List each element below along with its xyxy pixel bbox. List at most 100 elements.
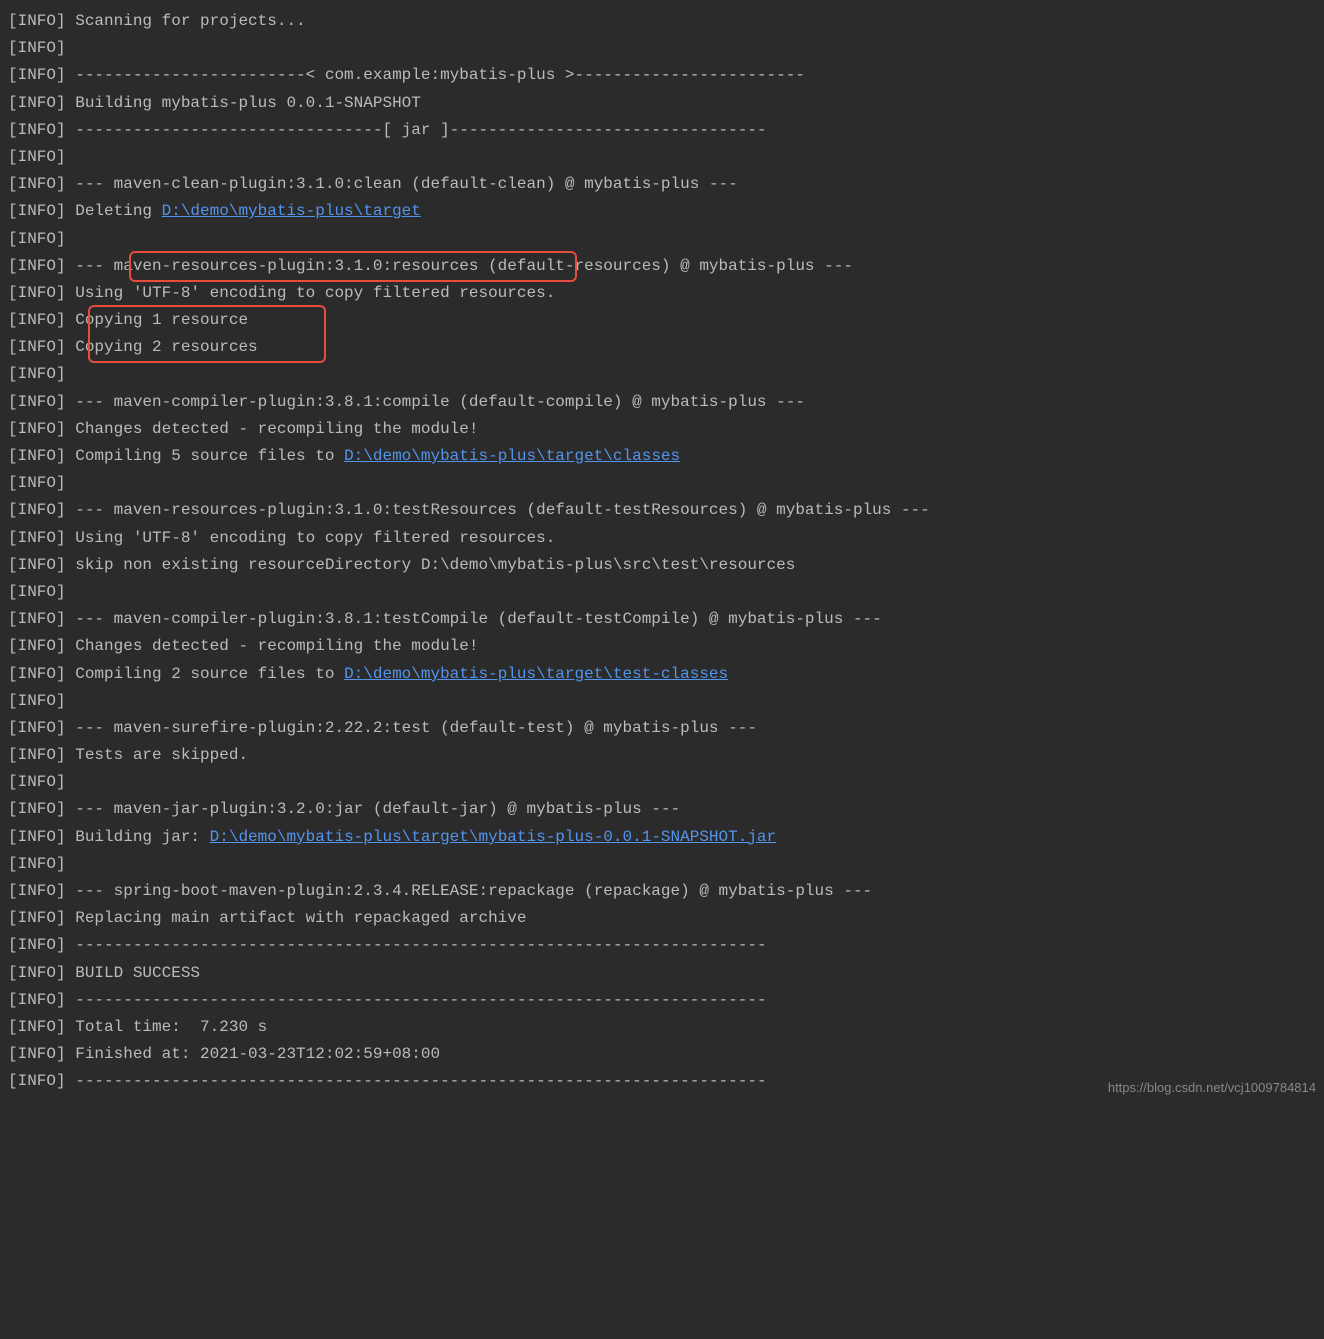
log-text: --- maven-compiler-plugin:3.8.1:testComp… (66, 610, 882, 628)
log-prefix: [INFO] (8, 800, 66, 818)
log-prefix: [INFO] (8, 991, 66, 1009)
log-text: --- spring-boot-maven-plugin:2.3.4.RELEA… (66, 882, 873, 900)
log-prefix: [INFO] (8, 311, 66, 329)
log-prefix: [INFO] (8, 393, 66, 411)
log-line: [INFO] Changes detected - recompiling th… (8, 416, 1316, 443)
log-text: --------------------------------[ jar ]-… (66, 121, 767, 139)
log-prefix: [INFO] (8, 420, 66, 438)
link-test-classes-dir[interactable]: D:\demo\mybatis-plus\target\test-classes (344, 665, 728, 683)
log-text: Using 'UTF-8' encoding to copy filtered … (66, 529, 556, 547)
log-line: [INFO] (8, 226, 1316, 253)
log-prefix: [INFO] (8, 936, 66, 954)
watermark: https://blog.csdn.net/vcj1009784814 (1108, 1077, 1316, 1099)
log-prefix: [INFO] (8, 338, 66, 356)
log-prefix: [INFO] (8, 447, 66, 465)
log-line: [INFO] Compiling 5 source files to D:\de… (8, 443, 1316, 470)
log-prefix: [INFO] (8, 692, 66, 710)
log-line: [INFO] --- maven-compiler-plugin:3.8.1:t… (8, 606, 1316, 633)
log-line: [INFO] Finished at: 2021-03-23T12:02:59+… (8, 1041, 1316, 1068)
log-line: [INFO] --------------------------------[… (8, 117, 1316, 144)
log-text: Copying 1 resource (66, 311, 248, 329)
log-prefix: [INFO] (8, 284, 66, 302)
log-line: [INFO] --- maven-jar-plugin:3.2.0:jar (d… (8, 796, 1316, 823)
log-line: [INFO] Scanning for projects... (8, 8, 1316, 35)
log-line: [INFO] Building jar: D:\demo\mybatis-plu… (8, 824, 1316, 851)
log-line: [INFO] Deleting D:\demo\mybatis-plus\tar… (8, 198, 1316, 225)
log-prefix: [INFO] (8, 121, 66, 139)
log-line: [INFO] (8, 769, 1316, 796)
log-text: Using 'UTF-8' encoding to copy filtered … (66, 284, 556, 302)
log-text: Deleting (66, 202, 162, 220)
log-text: Scanning for projects... (66, 12, 306, 30)
log-prefix: [INFO] (8, 610, 66, 628)
log-line: [INFO] Tests are skipped. (8, 742, 1316, 769)
log-prefix: [INFO] (8, 148, 66, 166)
log-prefix: [INFO] (8, 230, 66, 248)
log-prefix: [INFO] (8, 12, 66, 30)
log-line: [INFO] --- maven-compiler-plugin:3.8.1:c… (8, 389, 1316, 416)
log-prefix: [INFO] (8, 175, 66, 193)
log-text: skip non existing resourceDirectory D:\d… (66, 556, 796, 574)
log-prefix: [INFO] (8, 474, 66, 492)
log-prefix: [INFO] (8, 66, 66, 84)
log-text: BUILD SUCCESS (66, 964, 200, 982)
log-text: ----------------------------------------… (66, 1072, 767, 1090)
log-prefix: [INFO] (8, 202, 66, 220)
log-prefix: [INFO] (8, 1018, 66, 1036)
log-text: --- maven-resources-plugin:3.1.0:testRes… (66, 501, 930, 519)
log-line: [INFO] skip non existing resourceDirecto… (8, 552, 1316, 579)
log-prefix: [INFO] (8, 909, 66, 927)
log-prefix: [INFO] (8, 365, 66, 383)
log-prefix: [INFO] (8, 1072, 66, 1090)
log-line: [INFO] --- maven-surefire-plugin:2.22.2:… (8, 715, 1316, 742)
log-text: ----------------------------------------… (66, 936, 767, 954)
log-line: [INFO] Compiling 2 source files to D:\de… (8, 661, 1316, 688)
log-prefix: [INFO] (8, 855, 66, 873)
log-line: [INFO] --- maven-clean-plugin:3.1.0:clea… (8, 171, 1316, 198)
log-line: [INFO] (8, 470, 1316, 497)
log-line: [INFO] (8, 688, 1316, 715)
log-prefix: [INFO] (8, 719, 66, 737)
log-text: Building mybatis-plus 0.0.1-SNAPSHOT (66, 94, 421, 112)
log-line: [INFO] Replacing main artifact with repa… (8, 905, 1316, 932)
log-text: Changes detected - recompiling the modul… (66, 420, 479, 438)
log-line: [INFO] Using 'UTF-8' encoding to copy fi… (8, 280, 1316, 307)
log-text: Changes detected - recompiling the modul… (66, 637, 479, 655)
log-text: Replacing main artifact with repackaged … (66, 909, 527, 927)
log-line: [INFO] --- spring-boot-maven-plugin:2.3.… (8, 878, 1316, 905)
log-prefix: [INFO] (8, 501, 66, 519)
log-line: [INFO] --- maven-resources-plugin:3.1.0:… (8, 497, 1316, 524)
log-text: ----------------------------------------… (66, 991, 767, 1009)
log-text: Total time: 7.230 s (66, 1018, 268, 1036)
log-line: [INFO] ---------------------------------… (8, 932, 1316, 959)
log-prefix: [INFO] (8, 882, 66, 900)
log-line: [INFO] Using 'UTF-8' encoding to copy fi… (8, 525, 1316, 552)
link-target-dir[interactable]: D:\demo\mybatis-plus\target (162, 202, 421, 220)
log-line: [INFO] Copying 2 resources (8, 334, 1316, 361)
log-prefix: [INFO] (8, 583, 66, 601)
log-line: [INFO] ------------------------< com.exa… (8, 62, 1316, 89)
link-classes-dir[interactable]: D:\demo\mybatis-plus\target\classes (344, 447, 680, 465)
log-prefix: [INFO] (8, 746, 66, 764)
link-jar-file[interactable]: D:\demo\mybatis-plus\target\mybatis-plus… (210, 828, 777, 846)
log-line: [INFO] --- maven-resources-plugin:3.1.0:… (8, 253, 1316, 280)
log-text: Copying 2 resources (66, 338, 258, 356)
log-text: Building jar: (66, 828, 210, 846)
log-text: --- maven-resources-plugin:3.1.0:resourc… (66, 257, 853, 275)
log-line: [INFO] Building mybatis-plus 0.0.1-SNAPS… (8, 90, 1316, 117)
log-prefix: [INFO] (8, 773, 66, 791)
log-line: [INFO] BUILD SUCCESS (8, 960, 1316, 987)
log-text: Compiling 5 source files to (66, 447, 344, 465)
log-prefix: [INFO] (8, 556, 66, 574)
log-prefix: [INFO] (8, 94, 66, 112)
log-line: [INFO] (8, 144, 1316, 171)
log-prefix: [INFO] (8, 1045, 66, 1063)
log-prefix: [INFO] (8, 964, 66, 982)
log-line: [INFO] Changes detected - recompiling th… (8, 633, 1316, 660)
log-prefix: [INFO] (8, 665, 66, 683)
log-prefix: [INFO] (8, 529, 66, 547)
log-text: Compiling 2 source files to (66, 665, 344, 683)
log-line: [INFO] (8, 579, 1316, 606)
log-text: --- maven-jar-plugin:3.2.0:jar (default-… (66, 800, 681, 818)
log-line: [INFO] Copying 1 resource (8, 307, 1316, 334)
